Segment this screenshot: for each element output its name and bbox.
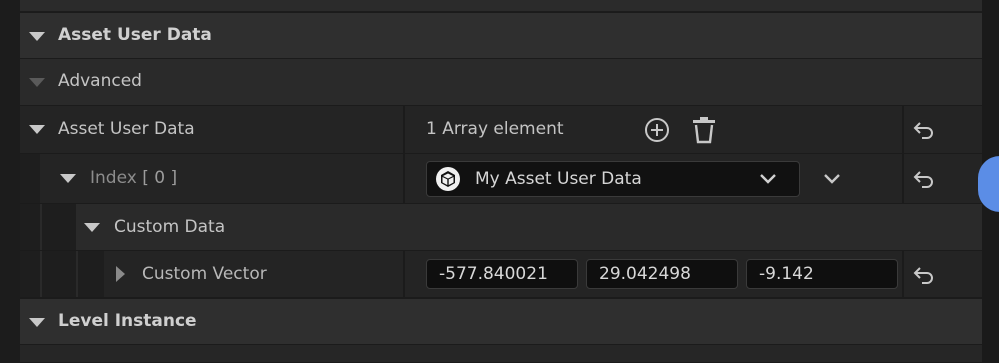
cube-icon [436,167,460,191]
indent-guide-line [76,251,78,297]
next-row-partial [20,345,982,363]
column-separator [403,251,405,297]
collapse-arrow-icon[interactable] [29,78,45,87]
chevron-down-icon[interactable] [823,173,841,185]
category-label: Level Instance [58,311,197,331]
dropdown-value: My Asset User Data [475,169,642,189]
details-panel: Asset User Data Advanced Asset User Data… [0,0,999,363]
array-element-count: 1 Array element [426,119,564,139]
subcategory-label: Advanced [58,71,142,91]
index-number: [ 0 ] [142,168,178,188]
collapse-arrow-icon[interactable] [84,223,100,232]
reset-arrow-icon[interactable] [912,120,936,140]
index-label: Index [ 0 ] [90,168,177,188]
indent-guide [20,204,76,250]
category-level-instance[interactable]: Level Instance [20,298,982,345]
vector-x-field[interactable]: -577.840021 [426,259,578,289]
column-separator [403,106,405,153]
subcategory-custom-data[interactable]: Custom Data [20,204,982,251]
subcategory-label: Custom Data [114,217,226,237]
indent-guide-line [40,204,42,250]
add-circle-icon[interactable] [643,116,671,144]
index-prefix: Index [90,168,137,188]
vector-z-field[interactable]: -9.142 [746,259,898,289]
chevron-down-icon [760,174,776,184]
collapse-arrow-icon[interactable] [29,32,45,41]
property-custom-vector: Custom Vector -577.840021 29.042498 -9.1… [20,251,982,298]
trash-icon[interactable] [690,115,718,145]
collapse-arrow-icon[interactable] [29,318,45,327]
reset-arrow-icon[interactable] [912,265,936,285]
property-asset-user-data-array: Asset User Data 1 Array element [20,106,982,154]
property-label: Custom Vector [142,264,267,284]
column-separator [902,251,904,297]
vector-y-field[interactable]: 29.042498 [586,259,738,289]
expand-arrow-icon[interactable] [116,266,125,282]
asset-user-data-class-dropdown[interactable]: My Asset User Data [426,161,800,197]
subcategory-advanced[interactable]: Advanced [20,59,982,106]
category-label: Asset User Data [58,25,212,45]
reset-arrow-icon[interactable] [912,169,936,189]
column-separator [403,154,405,203]
collapse-arrow-icon[interactable] [29,125,45,134]
column-separator [902,154,904,203]
indent-guide [20,154,40,203]
column-separator [902,106,904,153]
property-label: Asset User Data [58,119,195,139]
previous-row-strip [20,0,982,12]
property-index-0: Index [ 0 ] My Asset User Data [20,154,982,204]
left-gutter [0,0,20,363]
collapse-arrow-icon[interactable] [60,174,76,183]
category-asset-user-data[interactable]: Asset User Data [20,12,982,59]
indent-guide-line [40,251,42,297]
indent-guide [20,251,104,297]
